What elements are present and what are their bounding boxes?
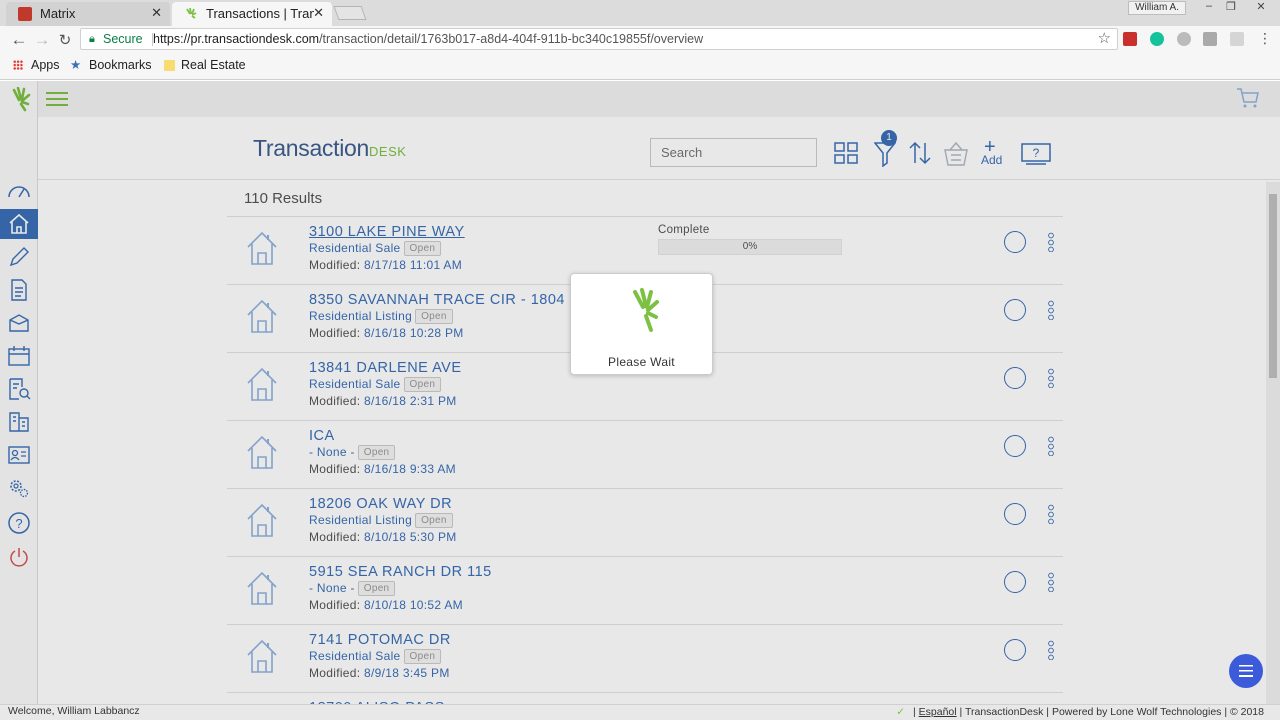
status-footer: Welcome, William Labbancz ✓ | Español | T… [0, 704, 1280, 720]
forward-icon[interactable]: → [33, 30, 51, 50]
check-icon: ✓ [896, 706, 905, 718]
grammarly-extension-icon[interactable] [1150, 32, 1164, 46]
transactiondesk-app: ? TransactionDESK 1 + Add ? 110 Results … [0, 81, 1280, 704]
extension-icon[interactable] [1230, 32, 1244, 46]
browser-toolbar: ← → ↻ 🔒︎ Secure https://pr.transactionde… [0, 26, 1280, 53]
tab-label: Matrix [40, 6, 76, 21]
tab-label: Transactions | TransactionDesk [206, 6, 314, 21]
espanol-link[interactable]: Español [919, 706, 957, 718]
lastpass-extension-icon[interactable] [1123, 32, 1137, 46]
welcome-text: Welcome, William Labbancz [8, 705, 140, 717]
back-icon[interactable]: ← [10, 30, 28, 50]
secure-label: Secure [103, 32, 143, 46]
footer-links: ✓ | Español | TransactionDesk | Powered b… [896, 706, 1264, 718]
close-tab-icon[interactable]: ✕ [151, 5, 162, 21]
drive-extension-icon[interactable] [1177, 32, 1191, 46]
bookmark-real-estate[interactable]: Real Estate [181, 58, 246, 72]
browser-tab-strip: Matrix ✕ Transactions | TransactionDesk … [0, 0, 1280, 26]
bookmark-star-icon[interactable]: ☆ [1098, 29, 1111, 49]
chat-menu-button[interactable] [1229, 654, 1263, 688]
bookmark-apps[interactable]: Apps [31, 58, 60, 72]
please-wait-text: Please Wait [608, 355, 675, 369]
url-host: https://pr.transactiondesk.com [153, 32, 320, 46]
profile-chip[interactable]: William A. [1128, 1, 1186, 15]
folder-icon [164, 60, 175, 71]
browser-tab-transactions[interactable]: Transactions | TransactionDesk ✕ [172, 2, 332, 26]
apps-grid-icon [13, 60, 23, 70]
transactiondesk-favicon-icon [184, 7, 198, 21]
url-text: https://pr.transactiondesk.com/transacti… [153, 29, 703, 49]
close-tab-icon[interactable]: ✕ [313, 5, 324, 21]
bookmarks-bar: Apps ★ Bookmarks Real Estate [0, 53, 1280, 80]
footer-separator: | [913, 706, 916, 718]
address-bar[interactable]: 🔒︎ Secure https://pr.transactiondesk.com… [80, 28, 1118, 50]
star-icon: ★ [70, 58, 82, 72]
chrome-menu-icon[interactable]: ⋮ [1256, 30, 1274, 47]
please-wait-modal: Please Wait [570, 273, 713, 375]
footer-right-text: | TransactionDesk | Powered by Lone Wolf… [959, 706, 1264, 718]
new-tab-button[interactable] [333, 6, 367, 20]
code-extension-icon[interactable] [1203, 32, 1217, 46]
matrix-favicon-icon [18, 7, 32, 21]
loading-overlay [0, 81, 1280, 704]
reload-icon[interactable]: ↻ [56, 31, 74, 49]
chat-lines-icon [1239, 665, 1253, 677]
url-path: /transaction/detail/1763b017-a8d4-404f-9… [319, 32, 704, 46]
minimize-icon[interactable]: – [1198, 0, 1220, 16]
loading-spinner-icon [629, 288, 659, 341]
lock-icon: 🔒︎ [89, 33, 95, 45]
restore-icon[interactable]: ❐ [1220, 0, 1242, 16]
window-close-icon[interactable]: ✕ [1250, 0, 1272, 16]
bookmark-bookmarks[interactable]: Bookmarks [89, 58, 152, 72]
browser-tab-matrix[interactable]: Matrix ✕ [6, 2, 170, 26]
